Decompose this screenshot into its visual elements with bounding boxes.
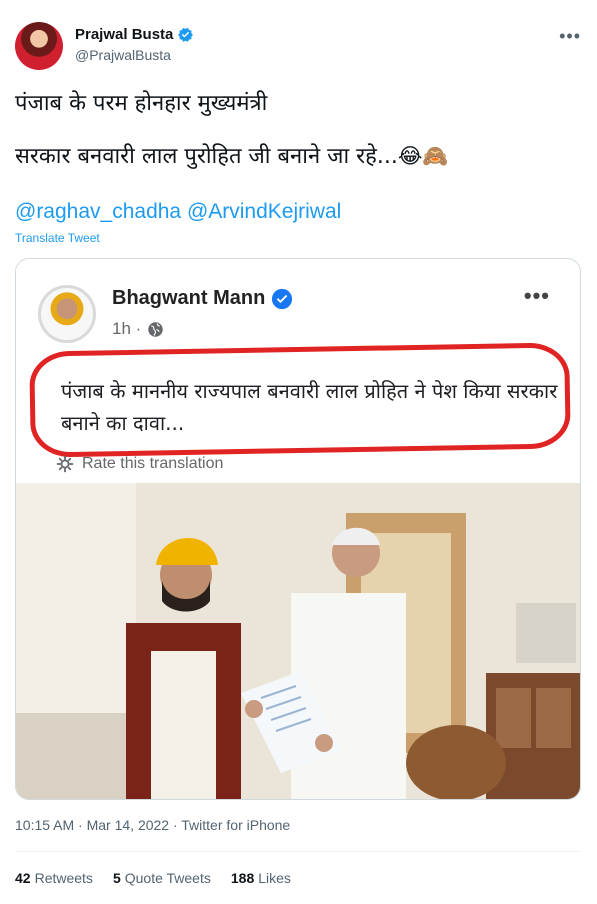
tweet-line-2: सरकार बनवारी लाल पुरोहित जी बनाने जा रहे… <box>15 144 398 169</box>
verified-badge-icon <box>272 288 293 309</box>
embedded-screenshot[interactable]: Bhagwant Mann 1h · ••• पंजाब के माननीय र… <box>15 258 581 800</box>
verified-badge-icon <box>178 27 194 42</box>
facebook-more-icon: ••• <box>523 283 550 308</box>
facebook-post-time: 1h · <box>112 319 142 338</box>
facebook-post-text: पंजाब के माननीय राज्यपाल बनवारी लाल प्रो… <box>61 379 558 435</box>
display-name[interactable]: Prajwal Busta <box>75 26 173 43</box>
mentions: @raghav_chadha @ArvindKejriwal <box>15 200 341 224</box>
tweet-line-1: पंजाब के परम होनहार मुख्यमंत्री <box>15 91 268 116</box>
retweets-count: 42 <box>15 870 31 886</box>
facebook-author: Bhagwant Mann <box>112 287 266 309</box>
globe-icon <box>148 321 164 337</box>
likes-label: Likes <box>258 870 291 886</box>
quote-tweets-stat[interactable]: 5 Quote Tweets <box>113 870 211 886</box>
tweet-line-2-wrap: सरकार बनवारी लाल पुरोहित जी बनाने जा रहे… <box>15 141 575 172</box>
ellipsis-icon[interactable]: ••• <box>559 26 581 47</box>
rate-translation: Rate this translation <box>56 455 223 473</box>
gear-icon <box>56 455 74 473</box>
author-name-row[interactable]: Prajwal Busta <box>75 26 194 43</box>
tweet-stats: 42 Retweets 5 Quote Tweets 188 Likes <box>15 870 291 886</box>
facebook-meta: 1h · <box>112 319 164 339</box>
likes-stat[interactable]: 188 Likes <box>231 870 291 886</box>
facebook-avatar <box>38 285 96 343</box>
facebook-author-row: Bhagwant Mann <box>112 287 293 310</box>
divider <box>15 851 581 852</box>
rate-translation-label: Rate this translation <box>82 455 224 472</box>
quote-tweets-label: Quote Tweets <box>124 870 211 886</box>
author-avatar[interactable] <box>15 22 63 70</box>
emoji-laugh-monkey-icon: 😂🙈 <box>397 144 449 168</box>
author-handle[interactable]: @PrajwalBusta <box>75 47 171 63</box>
mention-arvind-kejriwal[interactable]: @ArvindKejriwal <box>187 200 341 223</box>
retweets-label: Retweets <box>34 870 93 886</box>
photo-illustration <box>16 483 580 799</box>
post-photo <box>16 483 580 799</box>
tweet-text: पंजाब के परम होनहार मुख्यमंत्री सरकार बन… <box>15 88 575 194</box>
facebook-post-header: Bhagwant Mann 1h · ••• पंजाब के माननीय र… <box>16 259 580 483</box>
tweet-timestamp[interactable]: 10:15 AM · Mar 14, 2022 · Twitter for iP… <box>15 817 290 833</box>
mention-raghav-chadha[interactable]: @raghav_chadha <box>15 200 181 223</box>
translate-tweet-link[interactable]: Translate Tweet <box>15 231 100 245</box>
retweets-stat[interactable]: 42 Retweets <box>15 870 93 886</box>
likes-count: 188 <box>230 870 255 886</box>
quote-tweets-count: 5 <box>112 870 121 886</box>
